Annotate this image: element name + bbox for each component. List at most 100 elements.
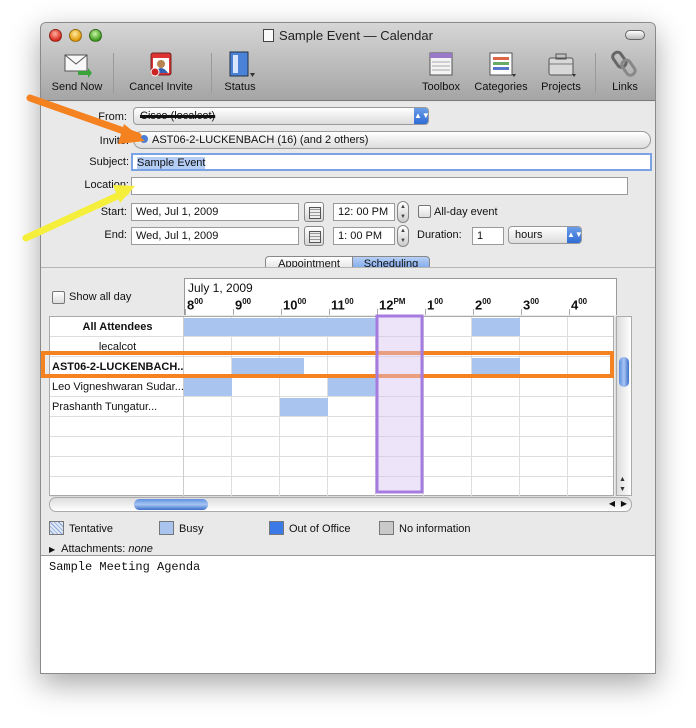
schedule-grid: All Attendees lecalcot AST06-2-LUCKENBACH.… bbox=[49, 316, 616, 497]
attendee-row[interactable] bbox=[50, 477, 616, 497]
duration-label: Duration: bbox=[417, 229, 462, 241]
start-date-input[interactable]: Wed, Jul 1, 2009 bbox=[131, 203, 299, 221]
busy-block bbox=[184, 318, 376, 336]
legend-out-of-office: Out of Office bbox=[269, 521, 351, 535]
show-all-day-checkbox[interactable] bbox=[52, 291, 65, 304]
attendee-name: Prashanth Tungatur... bbox=[50, 397, 184, 417]
attendee-name bbox=[50, 437, 184, 457]
busy-block bbox=[184, 378, 232, 396]
attendee-name bbox=[50, 477, 184, 497]
attendee-name: All Attendees bbox=[50, 317, 184, 337]
hour-label: 1000 bbox=[283, 297, 307, 313]
horizontal-scroll-thumb[interactable] bbox=[134, 499, 208, 510]
end-calendar-button[interactable] bbox=[304, 226, 324, 246]
end-time-input[interactable]: 1: 00 PM bbox=[333, 227, 395, 245]
start-time-stepper[interactable]: ▲ ▼ bbox=[397, 201, 409, 223]
hour-label: 800 bbox=[187, 297, 204, 313]
end-label: End: bbox=[104, 229, 127, 241]
attendee-name bbox=[50, 417, 184, 437]
attendee-row[interactable]: Prashanth Tungatur... bbox=[50, 397, 616, 417]
busy-block bbox=[328, 378, 376, 396]
duration-unit-select[interactable]: hours ▲▼ bbox=[508, 226, 583, 244]
projects-icon bbox=[548, 53, 576, 77]
busy-block bbox=[472, 358, 520, 376]
vertical-scroll-thumb[interactable] bbox=[619, 357, 629, 387]
scheduling-panel: Show all day July 1, 2009 800 900 1000 1100… bbox=[41, 267, 655, 517]
status-icon bbox=[229, 51, 255, 77]
busy-block bbox=[280, 398, 328, 416]
invite-label: Invite: bbox=[99, 135, 129, 147]
attendee-row[interactable] bbox=[50, 437, 616, 457]
chain-link-icon bbox=[611, 50, 637, 77]
legend-no-information: No information bbox=[379, 521, 471, 535]
attendee-name: lecalcot bbox=[50, 337, 184, 357]
vertical-scrollbar[interactable]: ▲ ▼ bbox=[616, 316, 632, 496]
document-icon bbox=[263, 29, 275, 42]
attendee-row[interactable]: All Attendees bbox=[50, 317, 616, 337]
subject-label: Subject: bbox=[89, 156, 129, 168]
updown-arrow-icon: ▲▼ bbox=[414, 108, 430, 124]
location-input[interactable] bbox=[131, 177, 628, 195]
attendee-row[interactable] bbox=[50, 457, 616, 477]
hour-label: 100 bbox=[427, 297, 444, 313]
attendee-status-icon bbox=[140, 135, 148, 143]
busy-block bbox=[232, 358, 304, 376]
attendee-name: AST06-2-LUCKENBACH... bbox=[50, 357, 184, 377]
from-label: From: bbox=[98, 111, 127, 123]
attendee-row[interactable]: lecalcot bbox=[50, 337, 616, 357]
cancel-invite-button[interactable]: Cancel Invite bbox=[121, 49, 201, 93]
hour-label: 200 bbox=[475, 297, 492, 313]
legend: Tentative Busy Out of Office No informat… bbox=[41, 517, 655, 545]
timeline-header: July 1, 2009 800 900 1000 1100 12PM 100 200 300… bbox=[184, 278, 617, 315]
links-button[interactable]: Links bbox=[603, 49, 647, 93]
invite-field[interactable]: AST06-2-LUCKENBACH (16) (and 2 others) bbox=[133, 131, 651, 149]
end-time-stepper[interactable]: ▲ ▼ bbox=[397, 225, 409, 247]
tentative-swatch bbox=[49, 521, 64, 535]
start-label: Start: bbox=[100, 206, 127, 218]
from-select[interactable]: Cisco (localcot) ▲▼ bbox=[133, 107, 430, 125]
subject-input[interactable]: Sample Event bbox=[131, 153, 652, 171]
status-button[interactable]: Status bbox=[217, 49, 263, 93]
start-time-input[interactable]: 12: 00 PM bbox=[333, 203, 395, 221]
hour-label: 400 bbox=[571, 297, 588, 313]
categories-button[interactable]: Categories bbox=[469, 49, 533, 93]
start-calendar-button[interactable] bbox=[304, 202, 324, 222]
notes-area[interactable]: Sample Meeting Agenda bbox=[41, 555, 655, 673]
categories-icon bbox=[489, 52, 516, 77]
cancel-invite-icon bbox=[150, 52, 172, 77]
duration-input[interactable]: 1 bbox=[472, 227, 504, 245]
allday-checkbox[interactable] bbox=[418, 205, 431, 218]
toolbar-toggle-button[interactable] bbox=[625, 30, 645, 40]
scroll-right-icon[interactable]: ▶ bbox=[621, 499, 627, 508]
hour-label: 300 bbox=[523, 297, 540, 313]
toolbox-button[interactable]: Toolbox bbox=[415, 49, 467, 93]
horizontal-scrollbar[interactable]: ◀ ▶ bbox=[49, 497, 632, 512]
toolbox-icon bbox=[429, 52, 453, 76]
updown-arrow-icon: ▲▼ bbox=[567, 227, 583, 243]
window-title: Sample Event — Calendar bbox=[41, 28, 655, 43]
attendee-row[interactable]: Leo Vigneshwaran Sudar... bbox=[50, 377, 616, 397]
event-form: From: Cisco (localcot) ▲▼ Invite: AST06-2… bbox=[41, 102, 655, 273]
show-all-day-label: Show all day bbox=[69, 291, 132, 303]
scroll-down-icon[interactable]: ▼ bbox=[619, 486, 626, 493]
attendee-row[interactable] bbox=[50, 417, 616, 437]
attendee-name: Leo Vigneshwaran Sudar... bbox=[50, 377, 184, 397]
legend-tentative: Tentative bbox=[49, 521, 113, 535]
title-bar: Sample Event — Calendar Send Now Cancel … bbox=[41, 23, 655, 101]
hour-label: 12PM bbox=[379, 297, 406, 313]
scroll-left-icon[interactable]: ◀ bbox=[609, 499, 615, 508]
projects-button[interactable]: Projects bbox=[535, 49, 587, 93]
send-now-button[interactable]: Send Now bbox=[47, 49, 107, 93]
send-mail-icon bbox=[64, 54, 92, 78]
location-label: Location: bbox=[84, 179, 129, 191]
schedule-date: July 1, 2009 bbox=[188, 281, 253, 295]
scroll-up-icon[interactable]: ▲ bbox=[619, 476, 626, 483]
busy-swatch bbox=[159, 521, 174, 535]
attendee-row[interactable]: AST06-2-LUCKENBACH... bbox=[50, 357, 616, 377]
hour-label: 1100 bbox=[331, 297, 354, 313]
end-date-input[interactable]: Wed, Jul 1, 2009 bbox=[131, 227, 299, 245]
attendee-name bbox=[50, 457, 184, 477]
out-of-office-swatch bbox=[269, 521, 284, 535]
busy-block bbox=[472, 318, 520, 336]
disclosure-triangle-icon[interactable]: ▶ bbox=[49, 545, 55, 554]
